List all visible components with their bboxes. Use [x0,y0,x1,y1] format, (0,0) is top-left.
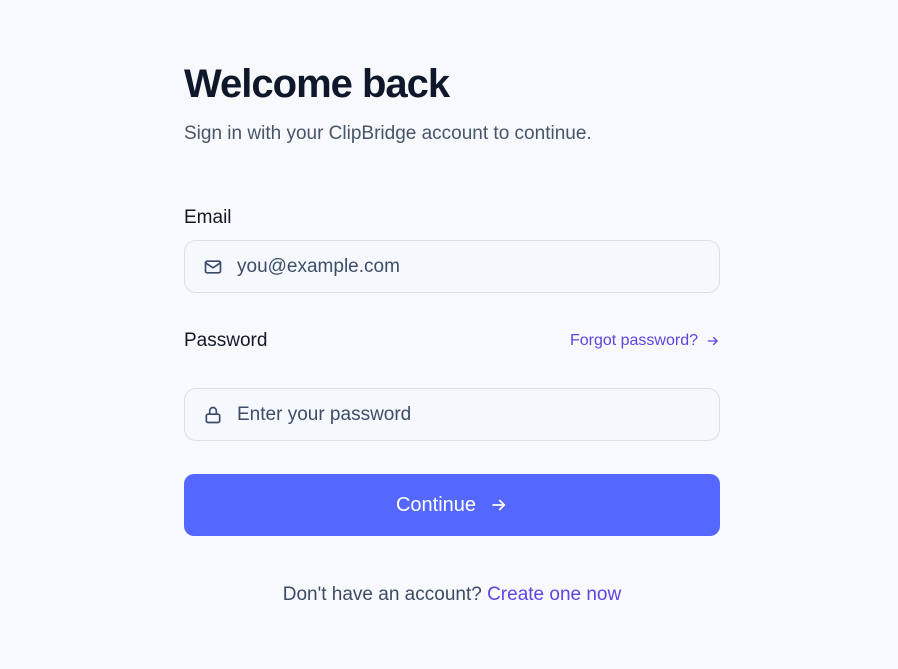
arrow-right-icon [492,499,506,511]
password-input[interactable] [237,389,719,440]
password-label: Password [184,330,268,351]
page-title: Welcome back [184,62,450,106]
continue-button[interactable]: Continue [184,474,720,536]
page-subtitle: Sign in with your ClipBridge account to … [184,123,592,144]
create-account-link[interactable]: Create one now [487,584,621,605]
lock-icon [203,405,223,425]
email-label: Email [184,207,232,228]
arrow-right-icon [707,336,718,346]
mail-icon [203,257,223,277]
forgot-password-label: Forgot password? [569,332,698,349]
signup-prompt: Don't have an account? Create one now [184,583,720,607]
forgot-password-link[interactable]: Forgot password? [570,330,720,352]
password-field-container [184,388,720,441]
email-field-container [184,240,720,293]
sign-in-page: Welcome back Sign in with your ClipBridg… [0,0,898,669]
signup-prompt-text: Don't have an account? [282,584,482,605]
continue-label: Continue [395,493,477,516]
email-input[interactable] [237,241,719,292]
